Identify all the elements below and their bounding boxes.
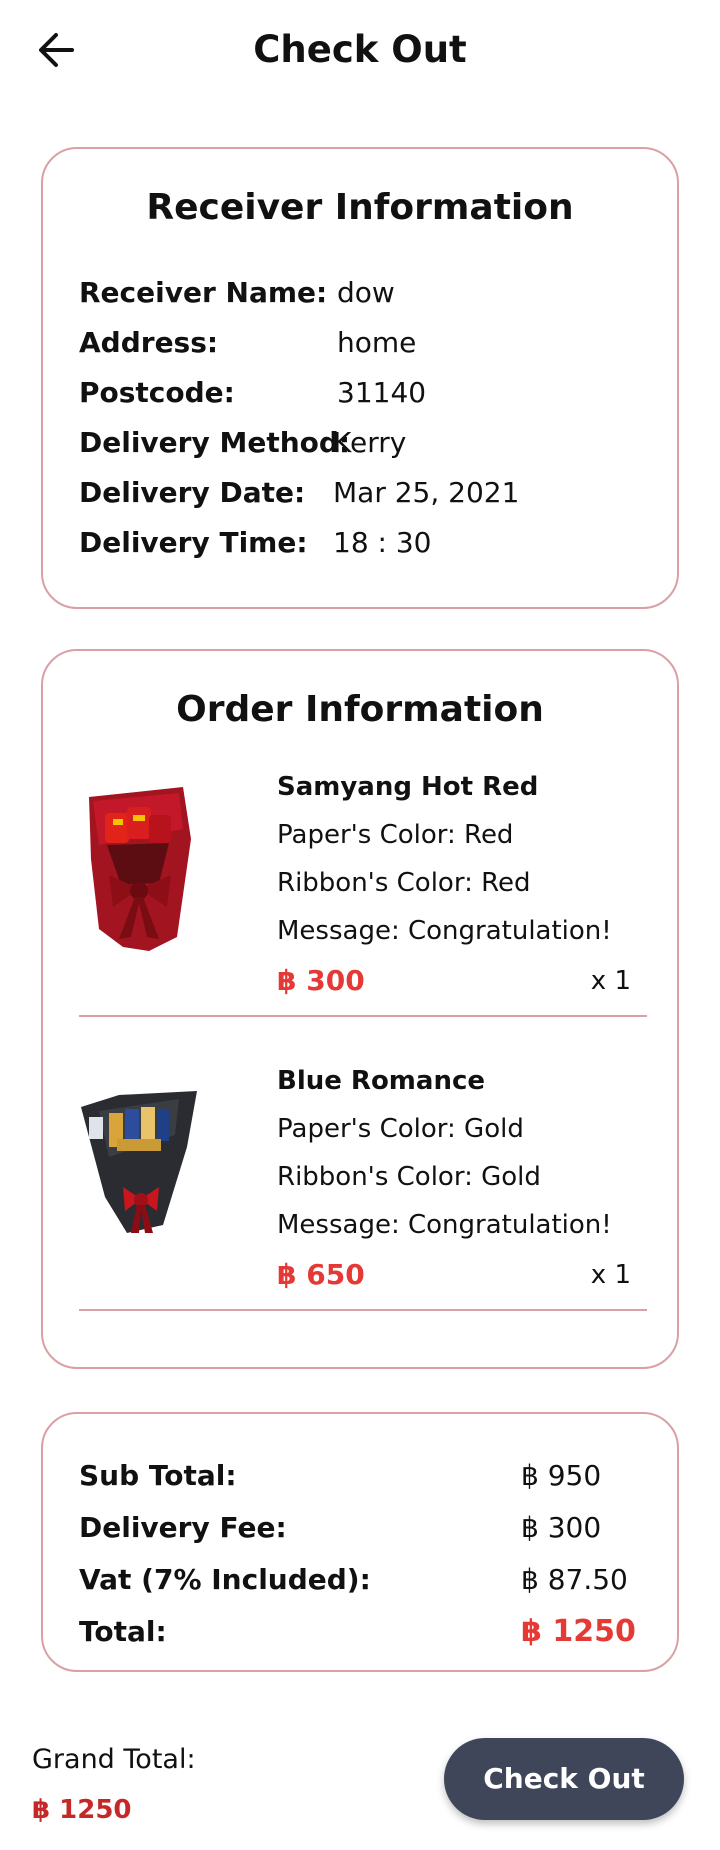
receiver-info-card: Receiver Information Receiver Name: dow … — [41, 147, 679, 609]
red-bouquet-image — [89, 787, 191, 951]
receiver-name-row: Receiver Name: dow — [79, 271, 639, 315]
grand-total-value: ฿ 1250 — [32, 1795, 132, 1825]
field-label: Receiver Name: — [79, 276, 328, 309]
receiver-info-title: Receiver Information — [146, 187, 574, 228]
summary-value: ฿ 300 — [521, 1511, 602, 1544]
field-value: 18 : 30 — [333, 526, 432, 559]
item-ribbon-color: Ribbon's Color: Red — [277, 868, 531, 898]
field-label: Delivery Time: — [79, 526, 308, 559]
black-bouquet-image — [81, 1091, 197, 1233]
item-quantity: x 1 — [590, 1260, 631, 1290]
item-divider — [79, 1309, 647, 1311]
item-message: Message: Congratulation! — [277, 1210, 612, 1240]
total-value: ฿ 1250 — [521, 1614, 636, 1649]
field-label: Delivery Date: — [79, 476, 306, 509]
summary-label: Vat (7% Included): — [79, 1563, 371, 1596]
summary-value: ฿ 87.50 — [521, 1563, 628, 1596]
price-summary-card: Sub Total: ฿ 950 Delivery Fee: ฿ 300 Vat… — [41, 1412, 679, 1672]
order-item: Blue Romance Paper's Color: Gold Ribbon'… — [79, 1059, 647, 1349]
field-value: Mar 25, 2021 — [333, 476, 520, 509]
delivery-fee-row: Delivery Fee: ฿ 300 — [79, 1504, 639, 1552]
checkout-button[interactable]: Check Out — [444, 1738, 684, 1820]
field-value: Kerry — [333, 426, 407, 459]
item-divider — [79, 1015, 647, 1017]
item-paper-color: Paper's Color: Gold — [277, 1114, 524, 1144]
order-item: Samyang Hot Red Paper's Color: Red Ribbo… — [79, 765, 647, 1055]
summary-value: ฿ 950 — [521, 1459, 602, 1492]
postcode-row: Postcode: 31140 — [79, 371, 639, 415]
item-name: Blue Romance — [277, 1066, 485, 1096]
field-value: home — [337, 326, 417, 359]
order-info-title: Order Information — [176, 689, 544, 730]
field-label: Postcode: — [79, 376, 235, 409]
item-ribbon-color: Ribbon's Color: Gold — [277, 1162, 541, 1192]
delivery-time-row: Delivery Time: 18 : 30 — [79, 521, 639, 565]
field-value: 31140 — [337, 376, 427, 409]
field-label: Address: — [79, 326, 219, 359]
item-paper-color: Paper's Color: Red — [277, 820, 514, 850]
item-price: ฿ 650 — [277, 1258, 365, 1291]
page-title: Check Out — [253, 28, 467, 71]
summary-label: Total: — [79, 1615, 167, 1648]
summary-label: Sub Total: — [79, 1459, 237, 1492]
item-name: Samyang Hot Red — [277, 772, 539, 802]
vat-row: Vat (7% Included): ฿ 87.50 — [79, 1556, 639, 1604]
total-row: Total: ฿ 1250 — [79, 1608, 639, 1656]
delivery-method-row: Delivery Method: Kerry — [79, 421, 639, 465]
item-message: Message: Congratulation! — [277, 916, 612, 946]
subtotal-row: Sub Total: ฿ 950 — [79, 1452, 639, 1500]
grand-total-label: Grand Total: — [32, 1744, 196, 1775]
summary-label: Delivery Fee: — [79, 1511, 287, 1544]
address-row: Address: home — [79, 321, 639, 365]
item-price: ฿ 300 — [277, 964, 365, 997]
field-value: dow — [337, 276, 395, 309]
item-quantity: x 1 — [590, 966, 631, 996]
field-label: Delivery Method: — [79, 426, 351, 459]
delivery-date-row: Delivery Date: Mar 25, 2021 — [79, 471, 639, 515]
order-info-card: Order Information Samyang Hot Red Paper'… — [41, 649, 679, 1369]
